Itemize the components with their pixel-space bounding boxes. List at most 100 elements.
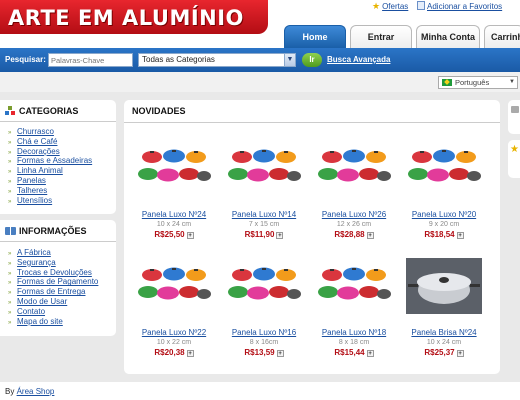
category-link-linha-animal[interactable]: Linha Animal — [17, 166, 63, 175]
information-title-text: INFORMAÇÕES — [19, 226, 87, 236]
right-side-box — [508, 100, 520, 134]
product-dimensions: 8 x 18 cm — [338, 339, 370, 346]
pots-image[interactable] — [136, 258, 212, 314]
info-link-fabrica[interactable]: A Fábrica — [17, 248, 51, 257]
information-box: INFORMAÇÕES » A Fábrica » Segurança » Troca… — [0, 220, 116, 336]
price-value: R$25,37 — [424, 348, 455, 357]
product-name-link[interactable]: Panela Luxo Nº18 — [314, 328, 394, 337]
footer-link[interactable]: Área Shop — [17, 387, 55, 396]
product-name-link[interactable]: Panela Luxo Nº16 — [224, 328, 304, 337]
chevron-down-icon[interactable]: ▼ — [284, 54, 295, 66]
search-go-button[interactable]: Ir — [302, 53, 322, 67]
tab-login[interactable]: Entrar — [350, 25, 412, 48]
product-card[interactable]: Panela Luxo Nº20 9 x 20 cm R$18,54 + — [404, 140, 484, 258]
info-link-seguranca[interactable]: Segurança — [17, 258, 56, 267]
add-favorites-link[interactable]: Adicionar a Favoritos — [417, 1, 502, 11]
add-icon[interactable]: + — [276, 232, 284, 239]
star-icon: ★ — [510, 144, 519, 155]
product-dimensions: 12 x 26 cm — [336, 221, 372, 228]
pots-image[interactable] — [316, 258, 392, 314]
list-item: » Talheres — [8, 186, 92, 196]
pots-image[interactable] — [226, 258, 302, 314]
category-link-formas[interactable]: Formas e Assadeiras — [17, 156, 92, 165]
category-link-panelas[interactable]: Panelas — [17, 176, 46, 185]
site-footer: By Área Shop — [5, 387, 54, 396]
divider — [0, 241, 116, 242]
offers-link[interactable]: ★ Ofertas — [372, 1, 408, 12]
book-icon — [5, 227, 16, 235]
main-tabs: Home Entrar Minha Conta Carrinho — [284, 25, 520, 48]
product-dimensions: 10 x 24 cm — [426, 339, 462, 346]
product-card[interactable]: Panela Luxo Nº24 10 x 24 cm R$25,50 + — [134, 140, 214, 258]
list-item: » Churrasco — [8, 127, 92, 137]
info-link-mapa[interactable]: Mapa do site — [17, 317, 63, 326]
pots-image[interactable] — [316, 140, 392, 196]
add-icon[interactable]: + — [456, 350, 464, 357]
footer-prefix: By — [5, 387, 15, 396]
site-header: ARTE EM ALUMÍNIO ★ Ofertas Adicionar a Fa… — [0, 0, 520, 48]
product-price: R$15,44 + — [314, 348, 394, 357]
product-card[interactable]: Panela Brisa Nº24 10 x 24 cm R$25,37 + — [404, 258, 484, 376]
list-item: » Decorações — [8, 147, 92, 157]
price-value: R$15,44 — [334, 348, 365, 357]
product-dimensions: 7 x 15 cm — [248, 221, 280, 228]
tab-cart[interactable]: Carrinho — [484, 25, 520, 48]
price-value: R$28,88 — [334, 230, 365, 239]
product-name-link[interactable]: Panela Luxo Nº20 — [404, 210, 484, 219]
logo-banner[interactable]: ARTE EM ALUMÍNIO — [0, 0, 268, 34]
pots-image[interactable] — [406, 140, 482, 196]
language-select[interactable]: Português ▼ — [438, 76, 518, 89]
list-item: » Contato — [8, 307, 98, 317]
aluminum-pot-image[interactable] — [406, 258, 482, 314]
product-card[interactable]: Panela Luxo Nº26 12 x 26 cm R$28,88 + — [314, 140, 394, 258]
product-name-link[interactable]: Panela Brisa Nº24 — [404, 328, 484, 337]
product-price: R$18,54 + — [404, 230, 484, 239]
add-icon[interactable]: + — [276, 350, 284, 357]
cart-icon — [511, 106, 519, 113]
list-item: » Formas de Entrega — [8, 287, 98, 297]
categories-list: » Churrasco » Chá e Café » Decorações » Form… — [8, 127, 92, 205]
category-link-cha-e-cafe[interactable]: Chá e Café — [17, 137, 57, 146]
list-item: » Segurança — [8, 258, 98, 268]
add-icon[interactable]: + — [186, 350, 194, 357]
add-icon[interactable]: + — [186, 232, 194, 239]
product-name-link[interactable]: Panela Luxo Nº22 — [134, 328, 214, 337]
list-item: » Modo de Usar — [8, 297, 98, 307]
add-icon[interactable]: + — [456, 232, 464, 239]
product-name-link[interactable]: Panela Luxo Nº14 — [224, 210, 304, 219]
add-icon[interactable]: + — [366, 232, 374, 239]
price-value: R$20,38 — [154, 348, 185, 357]
category-link-churrasco[interactable]: Churrasco — [17, 127, 54, 136]
pots-image[interactable] — [226, 140, 302, 196]
product-name-link[interactable]: Panela Luxo Nº24 — [134, 210, 214, 219]
info-link-trocas[interactable]: Trocas e Devoluções — [17, 268, 92, 277]
info-link-entrega[interactable]: Formas de Entrega — [17, 287, 85, 296]
list-item: » Formas de Pagamento — [8, 277, 98, 287]
list-item: » Trocas e Devoluções — [8, 268, 98, 278]
advanced-search-link[interactable]: Busca Avançada — [327, 55, 390, 64]
category-link-talheres[interactable]: Talheres — [17, 186, 47, 195]
product-card[interactable]: Panela Luxo Nº18 8 x 18 cm R$15,44 + — [314, 258, 394, 376]
price-value: R$25,50 — [154, 230, 185, 239]
info-link-pagamento[interactable]: Formas de Pagamento — [17, 277, 98, 286]
search-input[interactable] — [48, 53, 133, 67]
category-link-decoracoes[interactable]: Decorações — [17, 147, 60, 156]
product-price: R$25,50 + — [134, 230, 214, 239]
tab-home[interactable]: Home — [284, 25, 346, 48]
tab-my-account[interactable]: Minha Conta — [416, 25, 480, 48]
product-card[interactable]: Panela Luxo Nº16 8 x 16cm R$13,59 + — [224, 258, 304, 376]
site-logo[interactable]: ARTE EM ALUMÍNIO — [8, 6, 244, 30]
information-title: INFORMAÇÕES — [5, 226, 87, 236]
info-link-contato[interactable]: Contato — [17, 307, 45, 316]
product-name-link[interactable]: Panela Luxo Nº26 — [314, 210, 394, 219]
info-link-modo-usar[interactable]: Modo de Usar — [17, 297, 67, 306]
product-dimensions: 8 x 16cm — [249, 339, 279, 346]
product-card[interactable]: Panela Luxo Nº14 7 x 15 cm R$11,90 + — [224, 140, 304, 258]
product-card[interactable]: Panela Luxo Nº22 10 x 22 cm R$20,38 + — [134, 258, 214, 376]
category-select[interactable]: Todas as Categorias ▼ — [138, 53, 296, 67]
star-icon: ★ — [372, 1, 381, 11]
add-icon[interactable]: + — [366, 350, 374, 357]
pots-image[interactable] — [136, 140, 212, 196]
category-link-utensilios[interactable]: Utensílios — [17, 196, 52, 205]
divider — [0, 121, 116, 122]
